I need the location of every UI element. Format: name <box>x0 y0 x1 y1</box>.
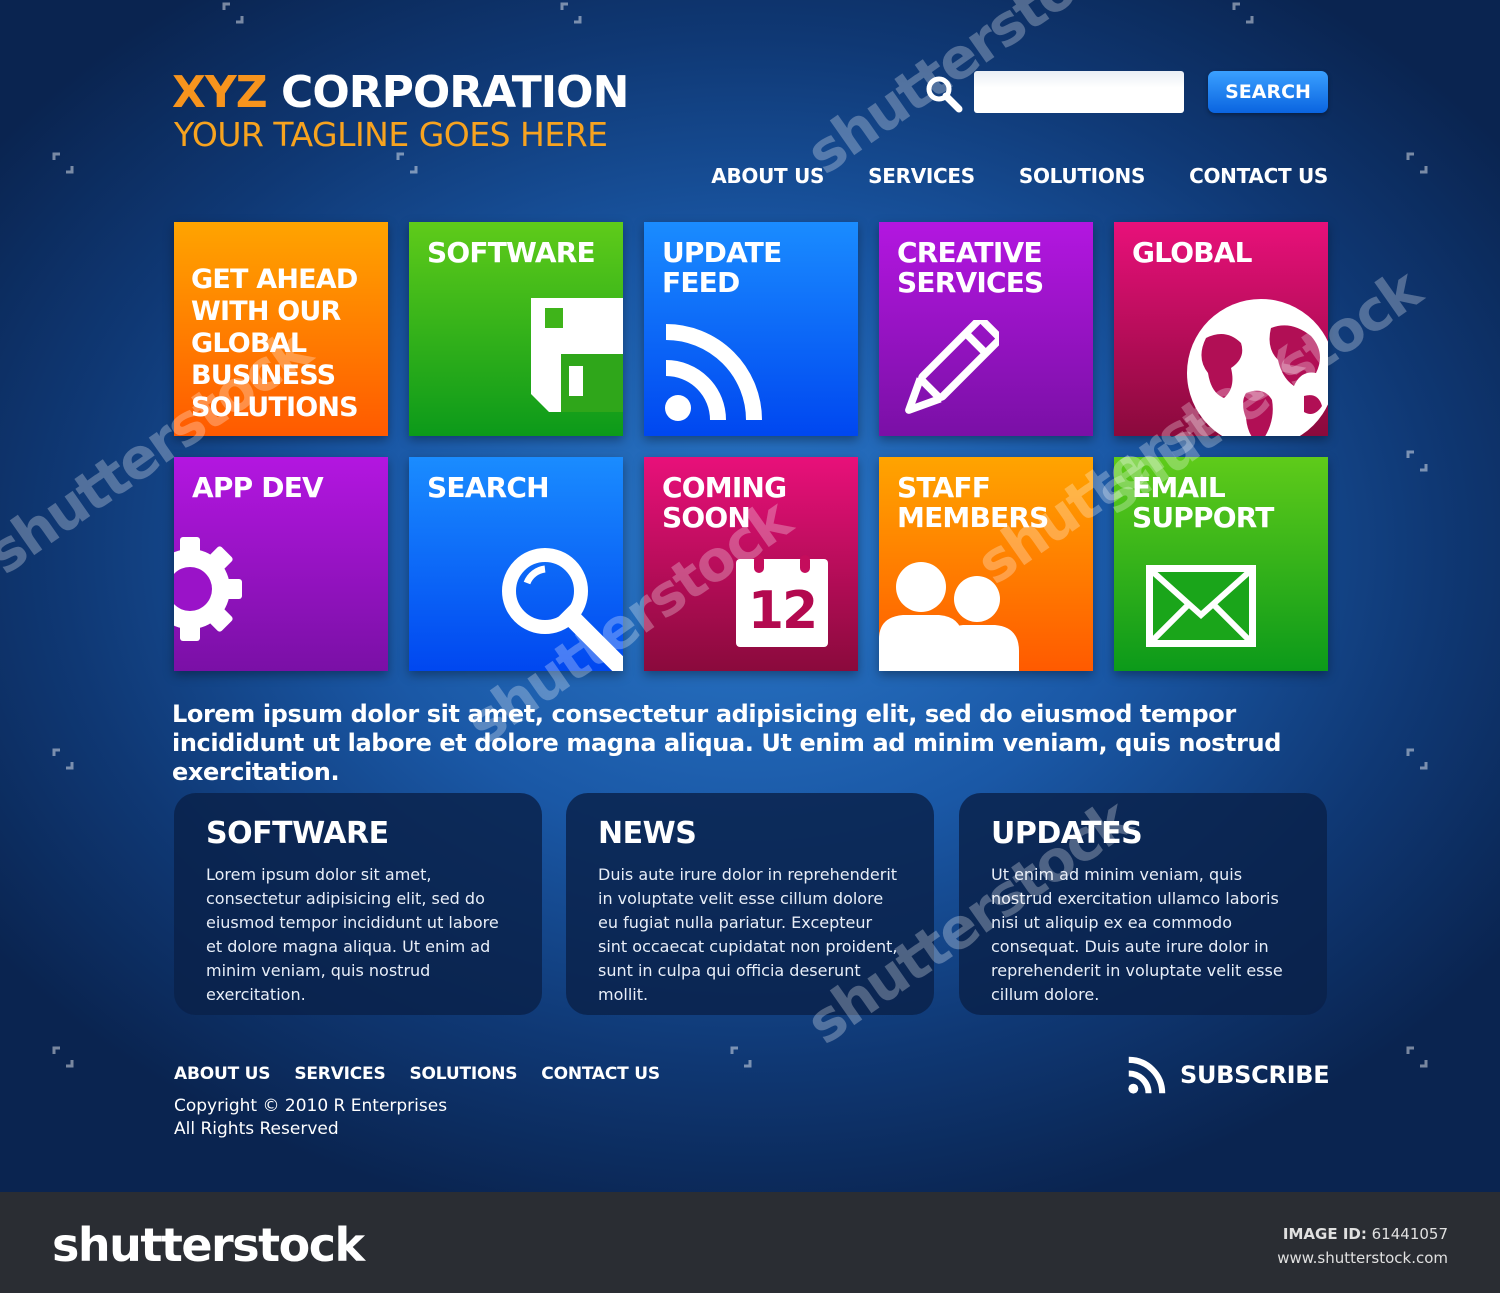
footer-nav: ABOUT US SERVICES SOLUTIONS CONTACT US <box>174 1064 660 1084</box>
footer-nav-solutions[interactable]: SOLUTIONS <box>410 1064 518 1084</box>
panel-title: NEWS <box>598 816 697 851</box>
brand-logo[interactable]: XYZ CORPORATION <box>172 67 629 118</box>
watermark-mark-icon <box>1406 748 1428 770</box>
source-url: www.shutterstock.com <box>1277 1249 1448 1267</box>
main-nav: ABOUT US SERVICES SOLUTIONS CONTACT US <box>711 164 1328 188</box>
tile-title: APP DEV <box>192 471 324 504</box>
nav-services[interactable]: SERVICES <box>868 164 975 188</box>
nav-contact-us[interactable]: CONTACT US <box>1189 164 1328 188</box>
search-input[interactable] <box>974 71 1184 113</box>
tile-title: SEARCH <box>427 471 550 504</box>
watermark-mark-icon <box>1406 152 1428 174</box>
tile-title: GLOBAL <box>1132 236 1252 269</box>
watermark-mark-icon <box>1406 1046 1428 1068</box>
tile-creative-services[interactable]: CREATIVE SERVICES <box>879 222 1093 436</box>
watermark-mark-icon <box>52 748 74 770</box>
footer-nav-about-us[interactable]: ABOUT US <box>174 1064 271 1084</box>
nav-about-us[interactable]: ABOUT US <box>711 164 824 188</box>
search-button[interactable]: SEARCH <box>1208 71 1328 113</box>
copyright-line: Copyright © 2010 R Enterprises <box>174 1096 448 1116</box>
watermark-mark-icon <box>52 152 74 174</box>
tile-software[interactable]: SOFTWARE <box>409 222 623 436</box>
tile-title: UPDATE FEED <box>662 236 782 299</box>
footer-nav-services[interactable]: SERVICES <box>294 1064 385 1084</box>
watermark-mark-icon <box>1406 450 1428 472</box>
gear-icon <box>174 537 242 641</box>
floppy-disk-icon <box>531 298 623 412</box>
envelope-icon <box>1146 565 1256 647</box>
subscribe-label: SUBSCRIBE <box>1180 1061 1330 1089</box>
image-id: 61441057 <box>1371 1225 1448 1243</box>
image-id-block: IMAGE ID: 61441057 www.shutterstock.com <box>1277 1222 1448 1270</box>
lead-paragraph: Lorem ipsum dolor sit amet, consectetur … <box>172 700 1281 786</box>
image-id-label: IMAGE ID: <box>1282 1225 1367 1243</box>
pencil-icon <box>905 320 999 414</box>
tile-update-feed[interactable]: UPDATE FEED <box>644 222 858 436</box>
shutterstock-logo: shutterstock <box>52 1218 365 1272</box>
rss-icon <box>665 324 762 421</box>
rss-icon <box>1128 1056 1166 1094</box>
watermark-mark-icon <box>52 1046 74 1068</box>
watermark-mark-icon <box>396 152 418 174</box>
copyright: Copyright © 2010 R Enterprises All Right… <box>174 1095 447 1141</box>
watermark-mark-icon <box>222 2 244 24</box>
tagline: YOUR TAGLINE GOES HERE <box>174 115 608 154</box>
watermark-mark-icon <box>560 2 582 24</box>
subscribe-link[interactable]: SUBSCRIBE <box>1128 1056 1330 1094</box>
panel-software: SOFTWARE Lorem ipsum dolor sit amet, con… <box>174 793 542 1015</box>
page-background: XYZ CORPORATION YOUR TAGLINE GOES HERE S… <box>0 0 1500 1192</box>
footer-nav-contact-us[interactable]: CONTACT US <box>541 1064 660 1084</box>
brand-accent: XYZ <box>172 67 268 118</box>
tile-title: SOFTWARE <box>427 236 596 269</box>
calendar-day: 12 <box>747 581 818 641</box>
panel-body: Lorem ipsum dolor sit amet, consectetur … <box>206 865 499 1004</box>
tile-app-dev[interactable]: APP DEV <box>174 457 388 671</box>
rights-line: All Rights Reserved <box>174 1119 339 1139</box>
watermark-mark-icon <box>730 1046 752 1068</box>
brand-name: CORPORATION <box>281 67 629 118</box>
tile-title: CREATIVE SERVICES <box>897 236 1044 299</box>
panel-title: SOFTWARE <box>206 816 389 851</box>
nav-solutions[interactable]: SOLUTIONS <box>1019 164 1146 188</box>
watermark-mark-icon <box>1232 2 1254 24</box>
